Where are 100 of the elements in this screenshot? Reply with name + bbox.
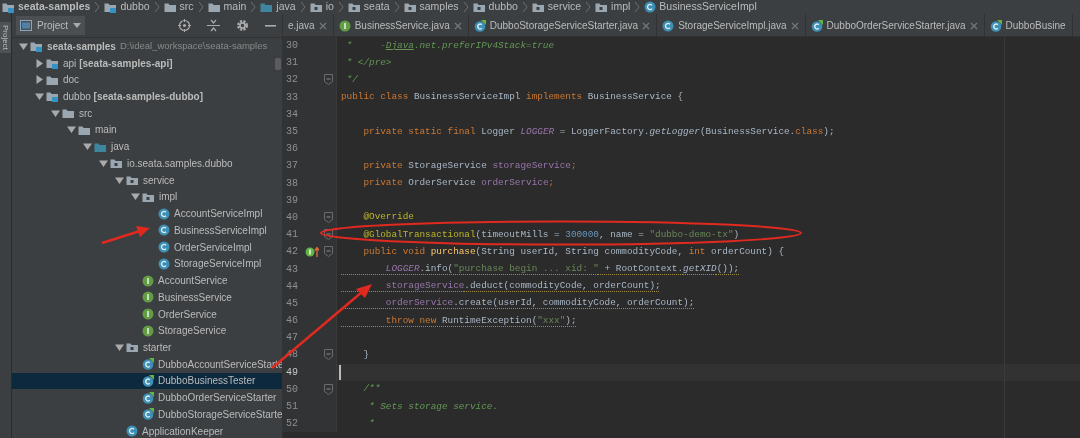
breadcrumb-item[interactable]: service xyxy=(531,0,582,14)
folder-path: D:\ideal_workspace\seata-samples xyxy=(119,39,268,54)
expanded-arrow-icon[interactable] xyxy=(18,41,28,51)
class-icon xyxy=(662,19,675,32)
expanded-arrow-icon[interactable] xyxy=(82,142,92,152)
tree-item[interactable]: main xyxy=(12,121,282,139)
tree-item[interactable]: impl xyxy=(12,188,282,206)
collapsed-arrow-icon[interactable] xyxy=(34,58,44,68)
settings-icon[interactable] xyxy=(236,18,249,32)
tree-item[interactable]: OrderServiceImpl xyxy=(12,238,282,256)
breadcrumb-item[interactable]: main xyxy=(207,0,247,14)
code-line: } xyxy=(362,347,370,362)
tree-item[interactable]: DubboBusinessTester xyxy=(12,372,282,390)
tree-item[interactable]: java xyxy=(12,138,282,156)
line-number: 32 xyxy=(285,73,299,88)
file-tab[interactable]: DubboOrderServiceStarter.java xyxy=(805,14,985,36)
breadcrumb-item[interactable]: dubbo xyxy=(104,0,150,14)
line-number: 46 xyxy=(285,314,299,329)
line-number: 50 xyxy=(285,382,299,397)
collapse-all-icon[interactable] xyxy=(207,18,220,32)
tree-item[interactable]: ApplicationKeeper xyxy=(12,422,282,438)
package-icon xyxy=(126,341,139,354)
breadcrumb-item[interactable]: BusinessServiceImpl xyxy=(644,0,757,14)
tree-item[interactable]: dubbo [seata-samples-dubbo] xyxy=(12,88,282,105)
line-number: 41 xyxy=(285,228,299,243)
chevron-icon xyxy=(521,1,528,13)
chevron-icon xyxy=(250,1,257,13)
breadcrumb-item[interactable]: src xyxy=(163,0,194,14)
fold-marker-icon[interactable] xyxy=(323,349,333,361)
expanded-arrow-icon[interactable] xyxy=(114,343,124,352)
file-tab[interactable]: BusinessService.java xyxy=(333,14,469,36)
tree-item[interactable]: seata-samples D:\ideal_workspace\seata-samples xyxy=(12,37,282,55)
tree-item[interactable]: StorageService xyxy=(12,322,282,340)
fold-marker-icon[interactable] xyxy=(323,246,333,258)
text-caret xyxy=(339,364,341,380)
expanded-arrow-icon[interactable] xyxy=(98,158,108,168)
fold-marker-icon[interactable] xyxy=(323,74,333,86)
implements-gutter-icon[interactable] xyxy=(305,245,319,258)
expanded-arrow-icon[interactable] xyxy=(66,125,76,135)
tree-item[interactable]: StorageServiceImpl xyxy=(12,255,282,273)
breadcrumb-item[interactable]: dubbo xyxy=(472,0,518,14)
crosshair-icon[interactable] xyxy=(178,18,191,32)
line-number: 31 xyxy=(285,56,299,71)
interface-icon xyxy=(142,274,154,287)
breadcrumb-item[interactable]: impl xyxy=(595,0,631,14)
collapsed-arrow-icon[interactable] xyxy=(34,75,44,85)
line-number: 42 xyxy=(285,245,299,260)
tree-item[interactable]: src xyxy=(12,104,282,122)
chevron-icon xyxy=(299,1,306,13)
class-icon xyxy=(644,1,657,13)
tree-item[interactable]: DubboStorageServiceStarte xyxy=(12,406,282,423)
expanded-arrow-icon[interactable] xyxy=(50,108,60,118)
line-number: 47 xyxy=(285,331,299,346)
close-icon[interactable] xyxy=(318,21,327,30)
fold-marker-icon[interactable] xyxy=(323,229,333,241)
breadcrumb-item[interactable]: java xyxy=(260,0,296,14)
line-number: 43 xyxy=(285,262,299,277)
dropdown-caret-icon xyxy=(73,22,82,28)
breadcrumb-item[interactable]: seata-samples xyxy=(2,0,91,14)
tree-item[interactable]: AccountService xyxy=(12,272,282,289)
runnable-class-icon xyxy=(142,374,154,387)
tree-item[interactable]: BusinessService xyxy=(12,288,282,306)
tree-item[interactable]: BusinessServiceImpl xyxy=(12,222,282,239)
breadcrumb-item[interactable]: samples xyxy=(403,0,459,14)
class-icon xyxy=(126,425,138,438)
file-tab[interactable]: StorageServiceImpl.java xyxy=(657,14,806,36)
tree-item[interactable]: starter xyxy=(12,339,282,356)
close-icon[interactable] xyxy=(453,21,462,30)
breadcrumb-item[interactable]: seata xyxy=(347,0,390,14)
line-number: 45 xyxy=(285,296,299,311)
expanded-arrow-icon[interactable] xyxy=(114,175,124,185)
expanded-arrow-icon[interactable] xyxy=(130,192,140,202)
project-view-dropdown[interactable]: Project xyxy=(16,15,86,35)
expanded-arrow-icon[interactable] xyxy=(34,91,44,101)
tree-item[interactable]: OrderService xyxy=(12,305,282,323)
interface-icon xyxy=(142,324,154,337)
tree-item[interactable]: service xyxy=(12,171,282,189)
package-icon xyxy=(126,174,139,187)
close-icon[interactable] xyxy=(790,21,799,30)
module-folder-icon xyxy=(46,90,59,103)
close-icon[interactable] xyxy=(969,21,978,30)
code-line: storageService.deduct(commodityCode, orderCount); xyxy=(384,279,661,294)
file-tab[interactable]: DubboStorageServiceStarter.java xyxy=(468,14,658,36)
close-icon[interactable] xyxy=(642,21,651,30)
file-tab[interactable]: DubboBusine xyxy=(984,14,1073,36)
tree-item[interactable]: doc xyxy=(12,71,282,89)
tree-item[interactable]: AccountServiceImpl xyxy=(12,205,282,222)
tree-item[interactable]: io.seata.samples.dubbo xyxy=(12,155,282,172)
breadcrumb-item[interactable]: io xyxy=(309,0,334,14)
chevron-icon xyxy=(462,1,469,13)
tree-item[interactable]: DubboOrderServiceStarter xyxy=(12,389,282,407)
module-folder-icon xyxy=(46,57,59,69)
fold-marker-icon[interactable] xyxy=(323,211,333,223)
tree-item[interactable]: api [seata-samples-api] xyxy=(12,54,282,72)
runnable-class-icon xyxy=(142,391,154,404)
scrollbar-thumb[interactable] xyxy=(275,57,281,70)
fold-marker-icon[interactable] xyxy=(323,383,333,395)
chevron-icon xyxy=(634,1,641,13)
project-tool-tab[interactable]: Project xyxy=(0,22,11,53)
chevron-icon xyxy=(585,1,592,13)
